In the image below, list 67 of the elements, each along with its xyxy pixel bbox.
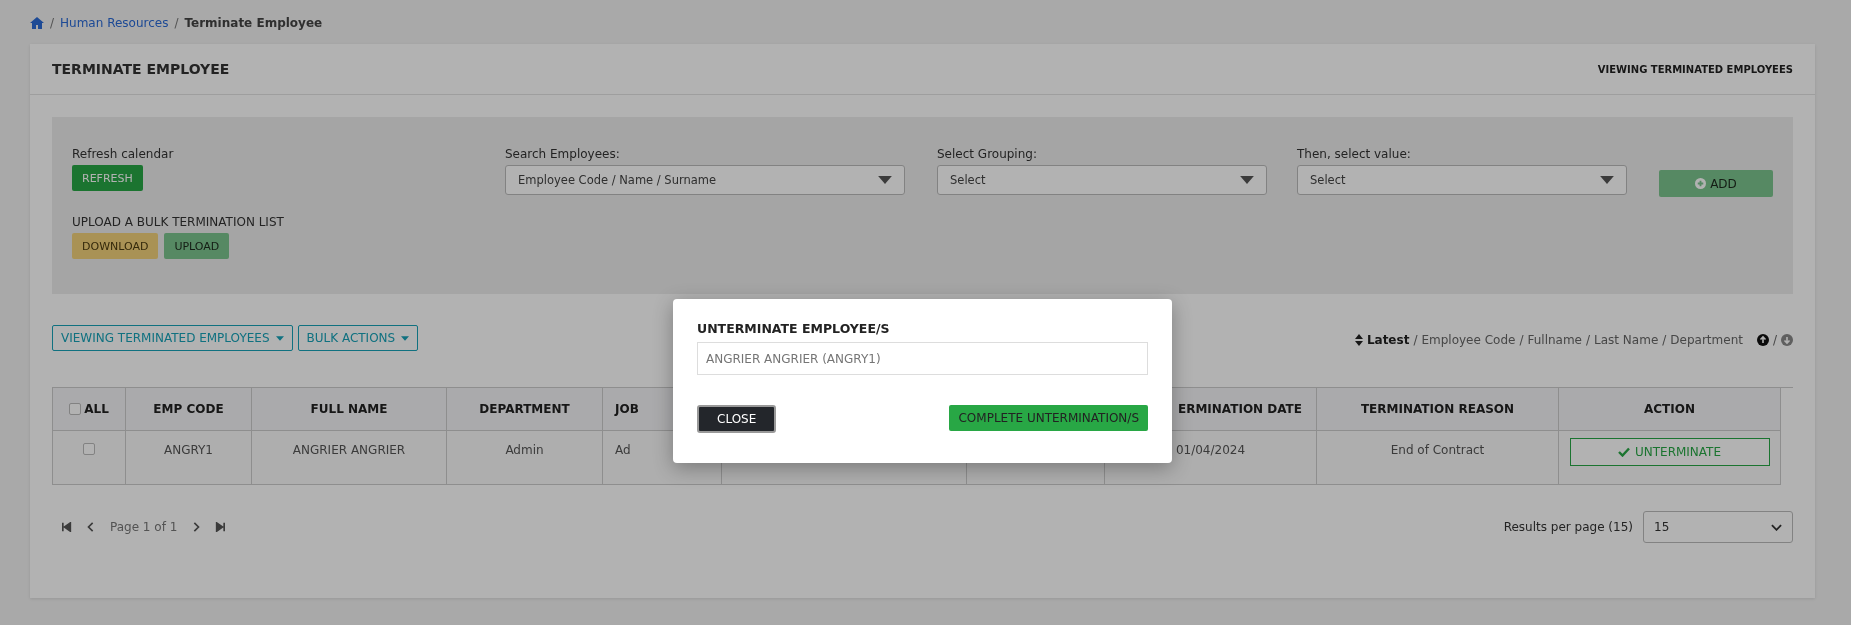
select-field[interactable]: Select [937, 165, 1267, 195]
checkbox[interactable] [83, 443, 95, 455]
close-button[interactable]: CLOSE [697, 405, 777, 433]
checkmark-icon [1617, 447, 1630, 457]
caret-icon [878, 176, 892, 184]
breadcrumb-link[interactable]: Human Resources [60, 16, 169, 30]
sort-separator: / [1772, 333, 1777, 347]
plus-circle-icon [1695, 178, 1707, 189]
select-field[interactable]: 15 [1643, 511, 1793, 543]
field-label: Then, select value: [1297, 147, 1412, 161]
first-page-icon [62, 522, 72, 532]
section-label: UPLOAD A BULK TERMINATION LIST [72, 215, 285, 229]
chevron-down-icon [1771, 523, 1782, 531]
chevron-right-icon [191, 522, 202, 532]
dropdown-button[interactable]: BULK ACTIONS [297, 325, 419, 351]
table-cell: 01/04/2024 [1175, 443, 1246, 457]
view-mode-label: VIEWING TERMINATED EMPLOYEES [1597, 63, 1793, 75]
table-cell: Admin [505, 443, 544, 457]
table-cell: ANGRY1 [164, 443, 213, 457]
unterminate-button[interactable]: UNTERMINATE [1569, 438, 1770, 466]
modal-title: UNTERMINATE EMPLOYEE/S [697, 321, 891, 336]
column-header: ALL [84, 402, 109, 416]
column-header: JOB [615, 402, 639, 416]
caret-icon [275, 335, 284, 341]
page-indicator: Page 1 of 1 [110, 520, 178, 534]
breadcrumb-separator: / [174, 16, 179, 30]
input-field[interactable]: ANGRIER ANGRIER (ANGRY1) [697, 342, 1148, 375]
home-icon[interactable] [30, 17, 44, 29]
sort-separator: / [1586, 333, 1591, 347]
checkbox[interactable] [69, 403, 82, 415]
chevron-left-icon [86, 522, 96, 532]
confirm-button[interactable]: COMPLETE UNTERMINATION/S [949, 405, 1148, 431]
table-cell: ANGRIER ANGRIER [292, 443, 406, 457]
field-label: Search Employees: [505, 147, 621, 161]
select-field[interactable]: Employee Code / Name / Surname [505, 165, 905, 195]
select-field[interactable]: Select [1297, 165, 1627, 195]
card-title: TERMINATE EMPLOYEE [52, 61, 230, 77]
results-per-page-label: Results per page (15) [1503, 520, 1633, 534]
refresh-button[interactable]: REFRESH [72, 165, 143, 191]
dropdown-button[interactable]: VIEWING TERMINATED EMPLOYEES [52, 325, 293, 351]
sort-option[interactable]: Department [1670, 333, 1743, 347]
sort-option[interactable]: Latest [1366, 333, 1410, 347]
sort-separator: / [1519, 333, 1524, 347]
breadcrumb-separator: / [50, 16, 55, 30]
table-cell: End of Contract [1390, 443, 1485, 457]
arrow-up-circle-icon[interactable] [1756, 334, 1769, 346]
column-header: EMP CODE [153, 402, 224, 416]
column-header: FULL NAME [310, 402, 388, 416]
field-label: Refresh calendar [72, 147, 175, 161]
last-page-icon [215, 522, 226, 532]
sort-option[interactable]: Employee Code [1421, 333, 1516, 347]
column-header: ERMINATION DATE [1178, 402, 1302, 416]
sort-option[interactable]: Fullname [1527, 333, 1582, 347]
caret-icon [1600, 176, 1614, 184]
column-header: DEPARTMENT [479, 402, 570, 416]
caret-icon [1240, 176, 1254, 184]
column-header: ACTION [1644, 402, 1695, 416]
sort-icon [1354, 334, 1363, 346]
sort-separator: / [1662, 333, 1667, 347]
field-label: Select Grouping: [937, 147, 1038, 161]
caret-icon [401, 335, 410, 341]
sort-option[interactable]: Last Name [1594, 333, 1659, 347]
breadcrumb-current: Terminate Employee [184, 16, 323, 30]
sort-separator: / [1413, 333, 1418, 347]
table-cell: Ad [615, 443, 631, 457]
arrow-down-circle-icon[interactable] [1781, 334, 1793, 346]
column-header: TERMINATION REASON [1360, 402, 1515, 416]
